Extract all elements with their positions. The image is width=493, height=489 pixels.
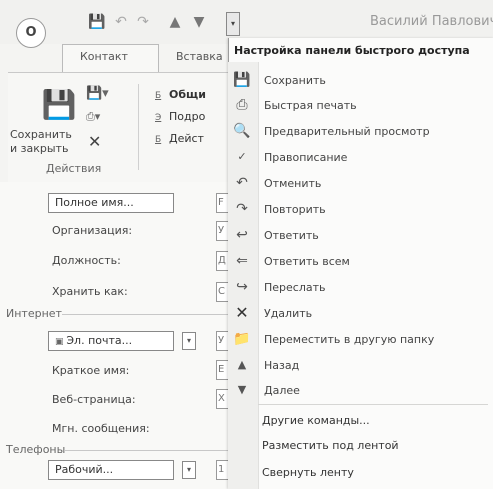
reply-icon: ↩	[236, 227, 248, 243]
menu-item-place-below-ribbon[interactable]: Разместить под лентой	[228, 433, 493, 458]
section-phones: Телефоны	[6, 443, 66, 456]
short-name-field[interactable]: Е	[216, 360, 228, 380]
user-name: Василий Павлович	[370, 14, 493, 29]
section-internet-line	[62, 314, 228, 315]
address-book-icon: ▣	[55, 337, 67, 347]
office-button[interactable]: O	[16, 18, 46, 48]
menu-item-minimize-ribbon[interactable]: Свернуть ленту	[228, 460, 493, 485]
tab-contact[interactable]: Контакт	[80, 50, 128, 63]
details-button[interactable]: Э Подро	[155, 110, 205, 123]
next-icon: ▼	[237, 383, 247, 396]
menu-item-forward[interactable]: ↪ Переслать	[228, 275, 493, 300]
email-dropdown[interactable]: ▾	[182, 332, 196, 350]
save-small-icon[interactable]: 💾▾	[86, 86, 109, 101]
redo-icon: ↷	[236, 201, 248, 217]
general-button[interactable]: Б Общи	[155, 88, 206, 101]
menu-item-quick-print[interactable]: ⎙ Быстрая печать	[228, 93, 493, 118]
menu-item-reply-all[interactable]: ⇐ Ответить всем	[228, 249, 493, 274]
im-label: Мгн. сообщения:	[52, 422, 150, 435]
group-actions-label: Действия	[46, 162, 102, 175]
reply-all-icon: ⇐	[236, 253, 248, 269]
work-phone-field[interactable]: 1	[216, 460, 228, 480]
up-arrow-icon[interactable]: ▲	[166, 14, 184, 30]
organization-label: Организация:	[52, 224, 133, 237]
work-phone-dropdown[interactable]: ▾	[182, 461, 196, 479]
email-field[interactable]: У	[216, 331, 228, 351]
menu-item-reply[interactable]: ↩ Ответить	[228, 223, 493, 248]
full-name-button[interactable]: Полное имя...	[48, 193, 174, 213]
menu-item-undo[interactable]: ↶ Отменить	[228, 171, 493, 196]
print-small-icon[interactable]: ⎙▾	[86, 110, 100, 124]
undo-icon[interactable]: ↶	[112, 14, 130, 30]
organization-field[interactable]: У	[216, 221, 228, 241]
forward-icon: ↪	[236, 279, 248, 295]
section-phones-line	[64, 450, 228, 451]
email-button[interactable]: ▣ Эл. почта...	[48, 331, 174, 351]
position-label: Должность:	[52, 254, 121, 267]
menu-item-delete[interactable]: ✕ Удалить	[228, 301, 493, 326]
menu-item-move-folder[interactable]: 📁 Переместить в другую папку	[228, 327, 493, 352]
tab-insert[interactable]: Вставка	[176, 50, 223, 63]
printer-icon: ⎙	[236, 97, 248, 113]
save-close-label-2[interactable]: и закрыть	[10, 142, 68, 155]
web-page-field[interactable]: Х	[216, 389, 228, 409]
quick-access-dropdown-button[interactable]: ▾	[226, 12, 240, 36]
full-name-field[interactable]: F	[216, 193, 228, 213]
save-as-label: Хранить как:	[52, 285, 128, 298]
save-icon[interactable]: 💾	[88, 14, 106, 30]
delete-icon[interactable]: ✕	[88, 132, 101, 151]
menu-separator	[258, 404, 488, 405]
save-close-icon[interactable]: 💾	[40, 88, 78, 122]
move-folder-icon: 📁	[233, 331, 251, 347]
menu-item-next[interactable]: ▼ Далее	[228, 378, 493, 403]
menu-item-redo[interactable]: ↷ Повторить	[228, 197, 493, 222]
redo-icon[interactable]: ↷	[134, 14, 152, 30]
menu-header: Настройка панели быстрого доступа	[234, 44, 470, 57]
menu-item-back[interactable]: ▲ Назад	[228, 353, 493, 378]
back-icon: ▲	[237, 358, 247, 371]
work-phone-button[interactable]: Рабочий...	[48, 460, 174, 480]
undo-icon: ↶	[236, 175, 248, 191]
menu-item-spelling[interactable]: ✓ Правописание	[228, 145, 493, 170]
activity-button[interactable]: Б Дейст	[155, 132, 204, 145]
section-internet: Интернет	[6, 307, 62, 320]
delete-icon: ✕	[235, 303, 249, 322]
menu-item-print-preview[interactable]: 🔍 Предварительный просмотр	[228, 119, 493, 144]
web-page-label: Веб-страница:	[52, 393, 136, 406]
floppy-icon: 💾	[233, 72, 251, 88]
group-separator	[138, 84, 139, 170]
menu-item-save[interactable]: 💾 Сохранить	[228, 68, 493, 93]
short-name-label: Краткое имя:	[52, 364, 130, 377]
position-field[interactable]: Д	[216, 251, 228, 271]
save-close-label-1[interactable]: Сохранить	[10, 128, 72, 141]
menu-item-more-commands[interactable]: Другие команды...	[228, 408, 493, 433]
print-preview-icon: 🔍	[233, 123, 251, 139]
down-arrow-icon[interactable]: ▼	[190, 14, 208, 30]
save-as-field[interactable]: С	[216, 282, 228, 302]
spelling-icon: ✓	[237, 150, 247, 163]
